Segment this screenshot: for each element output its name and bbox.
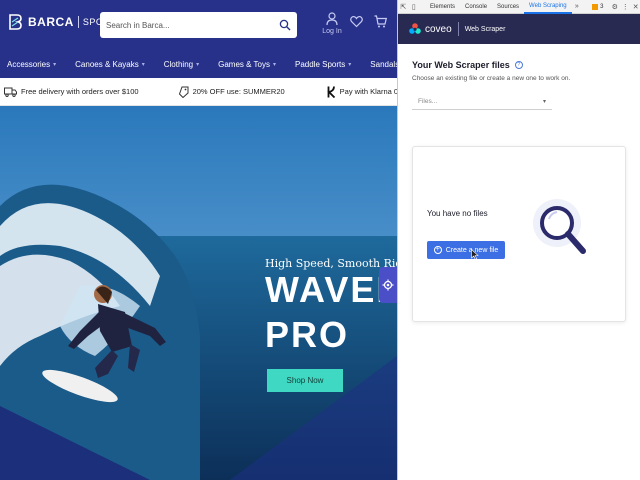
heart-icon[interactable]: [350, 15, 363, 28]
truck-icon: [4, 87, 17, 97]
dropdown-arrow-icon: ▾: [542, 98, 546, 105]
promo-free-delivery: Free delivery with orders over $100: [4, 87, 139, 97]
site-header: BARCA SPORTS Log In: [0, 0, 397, 50]
devtools-tab-bar: ⇱ ▯ Elements Console Sources Web Scrapin…: [398, 0, 640, 14]
empty-state-card: You have no files + Create a new file: [412, 146, 626, 322]
files-select[interactable]: Files... ▾: [412, 93, 552, 110]
promo-text: 20% OFF use: SUMMER20: [192, 87, 285, 96]
files-select-placeholder: Files...: [418, 97, 438, 105]
coveo-logo-icon: [409, 23, 421, 34]
shop-now-button[interactable]: Shop Now: [267, 369, 343, 392]
tab-elements[interactable]: Elements: [425, 0, 460, 14]
create-new-file-button[interactable]: + Create a new file: [427, 241, 505, 259]
tab-web-scraping[interactable]: Web Scraping: [524, 0, 572, 14]
chevron-down-icon: ▾: [348, 61, 352, 68]
nav-item-label: Paddle Sports: [295, 59, 346, 69]
klarna-icon: [326, 85, 335, 98]
inspect-element-icon[interactable]: ⇱: [398, 0, 409, 14]
hero-headline-line2: PRO: [265, 314, 350, 355]
nav-item-label: Accessories: [7, 59, 51, 69]
gear-icon: [382, 279, 394, 291]
header-divider: [457, 22, 459, 36]
nav-item-paddle-sports[interactable]: Paddle Sports ▾: [295, 60, 351, 69]
store-website: BARCA SPORTS Log In Access: [0, 0, 397, 480]
promo-text: Pay with Klarna 0% Finance: [339, 87, 397, 96]
nav-item-clothing[interactable]: Clothing ▾: [164, 60, 199, 69]
coveo-wordmark: coveo: [425, 23, 452, 35]
devtools-panel: ⇱ ▯ Elements Console Sources Web Scrapin…: [397, 0, 640, 480]
tab-console[interactable]: Console: [460, 0, 492, 14]
cart-icon[interactable]: [374, 15, 387, 28]
help-icon[interactable]: ?: [514, 61, 523, 69]
kebab-menu-icon[interactable]: ⋮: [620, 0, 631, 14]
issues-badge[interactable]: 3: [592, 3, 604, 10]
brand-name: BARCA: [28, 15, 74, 29]
barca-logo-icon: [9, 14, 22, 30]
magnifier-illustration-icon: [533, 199, 586, 254]
empty-message: You have no files: [427, 209, 488, 218]
login-label: Log In: [322, 28, 342, 35]
section-subtitle: Choose an existing file or create a new …: [412, 75, 571, 82]
device-toolbar-icon[interactable]: ▯: [409, 0, 420, 14]
section-title: Your Web Scraper files ?: [412, 60, 523, 70]
coveo-logo: coveo: [408, 22, 452, 36]
plus-icon: +: [433, 246, 442, 254]
chevron-down-icon: ▾: [141, 61, 145, 68]
nav-item-label: Games & Toys: [218, 59, 270, 69]
extension-header: coveo Web Scraper: [398, 14, 640, 44]
tag-icon: [178, 86, 189, 98]
hero-banner: High Speed, Smooth Ride WAVER PRO Shop N…: [0, 106, 397, 480]
search-box[interactable]: [100, 12, 297, 38]
promo-klarna: Pay with Klarna 0% Finance: [326, 85, 397, 98]
promo-discount: 20% OFF use: SUMMER20: [178, 86, 285, 98]
nav-item-games-toys[interactable]: Games & Toys ▾: [218, 60, 276, 69]
tab-sources[interactable]: Sources: [492, 0, 524, 14]
chevron-down-icon: ▾: [53, 61, 57, 68]
brand-divider: [77, 16, 79, 28]
search-input[interactable]: [106, 20, 279, 30]
nav-item-canoes-kayaks[interactable]: Canoes & Kayaks ▾: [75, 60, 145, 69]
chevron-down-icon: ▾: [196, 61, 200, 68]
search-icon[interactable]: [279, 19, 291, 31]
nav-item-accessories[interactable]: Accessories ▾: [7, 60, 56, 69]
extension-title: Web Scraper: [464, 25, 506, 33]
login-link[interactable]: Log In: [321, 12, 343, 35]
mouse-cursor-icon: [471, 249, 479, 260]
issues-count: 3: [600, 3, 604, 10]
category-nav: Accessories ▾ Canoes & Kayaks ▾ Clothing ▾ …: [0, 50, 397, 78]
settings-gear-icon[interactable]: ⚙: [609, 0, 620, 14]
section-title-text: Your Web Scraper files: [412, 60, 510, 70]
warning-icon: [592, 3, 599, 10]
chevron-down-icon: ▾: [273, 61, 277, 68]
nav-item-label: Sandals & Shoes: [370, 59, 397, 69]
promo-bar: Free delivery with orders over $100 20% …: [0, 78, 397, 106]
nav-item-label: Clothing: [163, 59, 194, 69]
promo-text: Free delivery with orders over $100: [21, 87, 139, 96]
close-icon[interactable]: ✕: [630, 0, 640, 14]
nav-item-sandals-shoes[interactable]: Sandals & Shoes▾: [370, 60, 397, 69]
more-tabs-button[interactable]: »: [572, 0, 583, 14]
nav-item-label: Canoes & Kayaks: [75, 59, 139, 69]
user-icon: [326, 12, 338, 26]
coveo-side-tab[interactable]: [379, 267, 397, 303]
hero-headline-line1: WAVER: [265, 269, 397, 310]
